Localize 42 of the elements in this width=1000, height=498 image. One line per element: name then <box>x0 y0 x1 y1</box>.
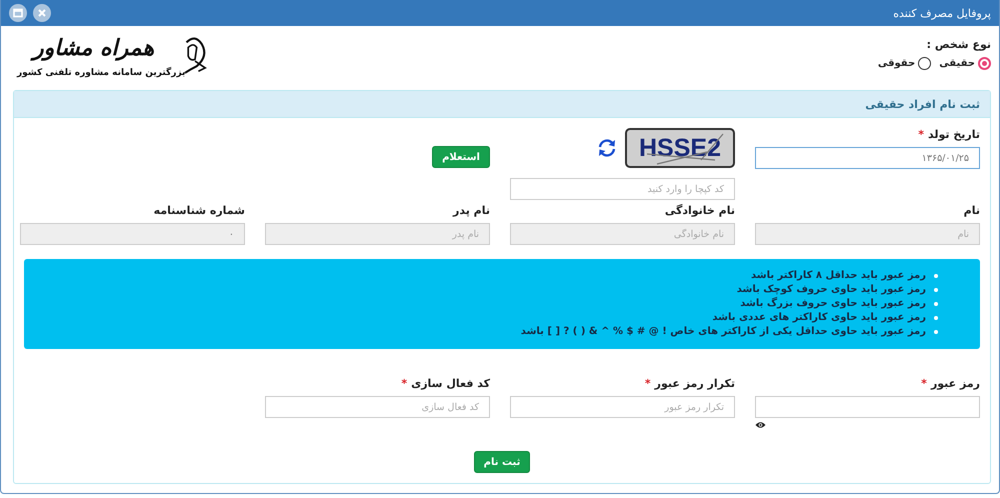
field-label: شماره شناسنامه <box>154 204 245 218</box>
panel-title: ثبت نام افراد حقیقی <box>865 98 980 110</box>
radio-label[interactable]: حقیقی <box>939 58 975 69</box>
password-rule: رمز عبور باید حداقل ۸ کاراکتر باشد <box>750 269 926 283</box>
field-label: تکرار رمز عبور <box>654 377 735 391</box>
inquiry-button[interactable]: استعلام <box>432 146 490 168</box>
window-title: پروفایل مصرف کننده <box>893 6 991 20</box>
register-button[interactable]: ثبت نام <box>474 451 530 473</box>
required-mark: * <box>918 128 924 142</box>
field-label: کد فعال سازی <box>411 377 490 391</box>
radio-button[interactable] <box>918 57 932 70</box>
refresh-icon[interactable] <box>596 138 618 158</box>
bullet-icon <box>934 316 938 320</box>
maximize-icon[interactable] <box>9 4 27 22</box>
radio-label[interactable]: حقوقی <box>878 58 916 69</box>
logo-tagline: بزرگترین سامانه مشاوره تلفنی کشور <box>17 68 186 78</box>
input-field[interactable]: ۱۳۶۵/۰۱/۲۵ <box>755 147 980 169</box>
required-mark: * <box>921 377 927 391</box>
person-type-label: نوع شخص : <box>926 38 991 51</box>
bullet-icon <box>934 288 938 292</box>
eye-icon[interactable] <box>755 421 766 429</box>
close-icon[interactable] <box>33 4 51 22</box>
radio-button[interactable] <box>978 57 991 70</box>
field-label: نام پدر <box>453 204 490 218</box>
input-field[interactable]: کد کپچا را وارد کنید <box>510 178 735 200</box>
password-rule: رمز عبور باید حاوی حروف بزرگ باشد <box>740 297 926 311</box>
field-label: تاریخ تولد <box>928 128 980 142</box>
input-field[interactable]: تکرار رمز عبور <box>510 396 735 418</box>
password-rule: رمز عبور باید حاوی کاراکتر های عددی باشد <box>712 311 926 325</box>
field-label: نام <box>964 204 980 218</box>
input-field[interactable]: کد فعال سازی <box>265 396 490 418</box>
password-rule: رمز عبور باید حاوی حروف کوچک باشد <box>736 283 926 297</box>
field-label: نام خانوادگی <box>664 204 735 218</box>
captcha-image: HSSE2 <box>625 128 735 168</box>
password-rule: رمز عبور باید حاوی حداقل یکی از کاراکتر های خاص ! @ # $ % ^ & ( ) ? [ ] باشد <box>520 325 926 339</box>
input-field[interactable] <box>755 396 980 418</box>
required-mark: * <box>401 377 408 391</box>
bullet-icon <box>934 302 938 306</box>
bullet-icon <box>934 274 938 278</box>
required-mark: * <box>644 377 651 391</box>
field-label: رمز عبور <box>930 377 980 391</box>
bullet-icon <box>934 330 938 334</box>
